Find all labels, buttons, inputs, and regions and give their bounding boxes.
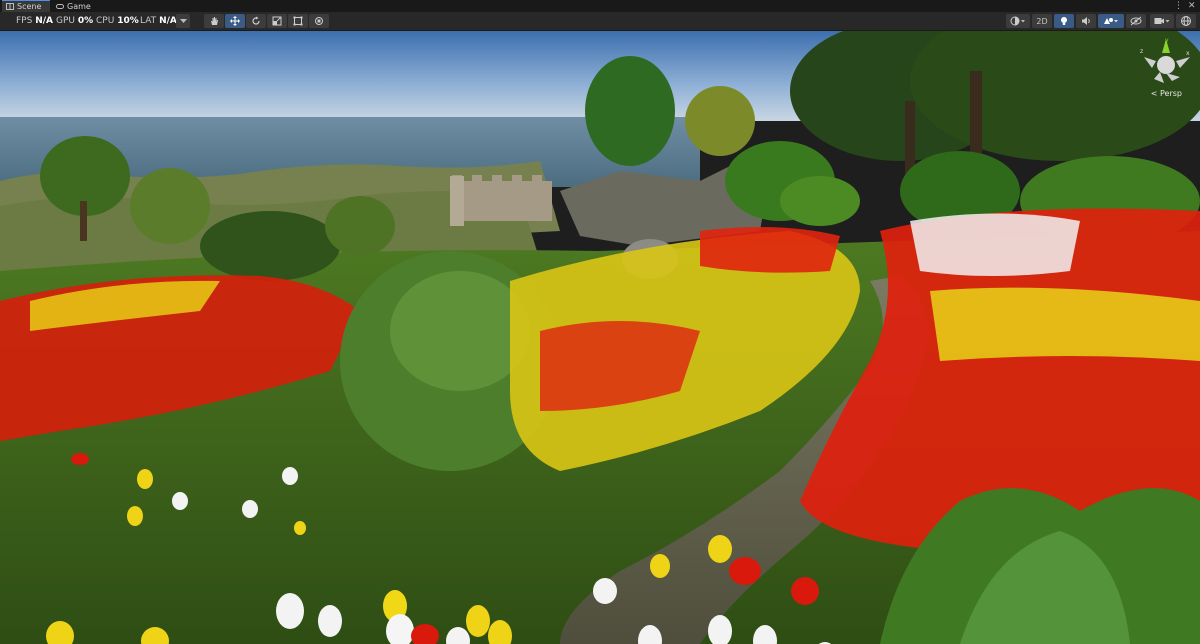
gizmo-y-neg-axis[interactable] bbox=[1154, 72, 1164, 83]
lighting-toggle-button[interactable] bbox=[1054, 14, 1074, 28]
rect-tool-button[interactable] bbox=[288, 14, 308, 28]
scene-grid-icon bbox=[6, 3, 14, 10]
hand-tool-icon bbox=[211, 17, 218, 25]
yellow-flower-bed-right bbox=[930, 287, 1200, 361]
gpu-stat: GPU 0% bbox=[56, 16, 94, 26]
scene-render bbox=[0, 31, 1200, 644]
audio-toggle-button[interactable] bbox=[1076, 14, 1096, 28]
cpu-stat: CPU 10% bbox=[96, 16, 139, 26]
mode-2d-button[interactable]: 2D bbox=[1032, 14, 1052, 28]
gizmos-icon bbox=[1181, 16, 1191, 26]
rect-tool-icon bbox=[293, 16, 303, 26]
red-flower-bed-top bbox=[700, 227, 840, 273]
stats-dropdown-button[interactable] bbox=[176, 14, 190, 28]
castle-ruin bbox=[450, 175, 552, 226]
transform-tool-button[interactable] bbox=[309, 14, 329, 28]
chevron-down-icon bbox=[179, 18, 187, 23]
shading-mode-icon bbox=[1010, 16, 1025, 26]
camera-icon bbox=[1154, 18, 1170, 24]
gizmo-z-label: z bbox=[1140, 48, 1143, 55]
close-icon[interactable]: ✕ bbox=[1188, 0, 1196, 12]
gizmo-x-neg-axis[interactable] bbox=[1144, 57, 1156, 68]
tab-scene-label: Scene bbox=[17, 2, 42, 11]
effects-button[interactable] bbox=[1098, 14, 1124, 28]
gizmos-button[interactable] bbox=[1176, 14, 1196, 28]
audio-toggle-icon bbox=[1082, 17, 1090, 25]
visibility-toggle-button[interactable] bbox=[1126, 14, 1146, 28]
camera-projection-label[interactable]: < Persp bbox=[1151, 89, 1182, 98]
shading-mode-button[interactable] bbox=[1006, 14, 1030, 28]
orientation-gizmo[interactable]: y z x bbox=[1136, 35, 1196, 95]
fps-stat: FPS N/A bbox=[16, 16, 53, 26]
performance-stats-overlay: FPS N/A GPU 0% CPU 10% LAT N/A bbox=[12, 14, 192, 28]
gizmo-x-axis[interactable] bbox=[1176, 57, 1190, 68]
mode-2d-label: 2D bbox=[1036, 16, 1048, 26]
game-controller-icon bbox=[56, 3, 64, 9]
move-tool-button[interactable] bbox=[225, 14, 245, 28]
scale-tool-button[interactable] bbox=[267, 14, 287, 28]
white-flower-bed-right bbox=[910, 213, 1080, 276]
camera-settings-button[interactable] bbox=[1150, 14, 1174, 28]
scene-viewport[interactable]: y z x < Persp bbox=[0, 31, 1200, 644]
scale-tool-icon bbox=[272, 16, 282, 26]
gizmo-y-label: y bbox=[1165, 37, 1169, 44]
tab-game-label: Game bbox=[67, 1, 91, 11]
center-bush-highlight bbox=[390, 271, 530, 391]
effects-icon bbox=[1104, 18, 1118, 24]
editor-tab-bar: Scene Game ⋮ ✕ bbox=[0, 0, 1200, 12]
transform-tool-icon bbox=[315, 17, 323, 25]
gizmo-x-label: x bbox=[1186, 50, 1190, 57]
tab-game[interactable]: Game bbox=[52, 0, 106, 12]
tab-scene[interactable]: Scene bbox=[2, 0, 50, 12]
move-tool-icon bbox=[230, 16, 240, 26]
lat-stat: LAT N/A bbox=[140, 16, 177, 26]
more-options-icon[interactable]: ⋮ bbox=[1174, 0, 1183, 12]
lighting-toggle-icon bbox=[1061, 17, 1067, 25]
hand-tool-button[interactable] bbox=[204, 14, 224, 28]
scene-toolbar: FPS N/A GPU 0% CPU 10% LAT N/A 2D bbox=[0, 12, 1200, 31]
rotate-tool-button[interactable] bbox=[246, 14, 266, 28]
visibility-icon bbox=[1130, 16, 1142, 26]
rotate-tool-icon bbox=[252, 16, 260, 25]
gizmo-z-axis[interactable] bbox=[1166, 73, 1180, 81]
